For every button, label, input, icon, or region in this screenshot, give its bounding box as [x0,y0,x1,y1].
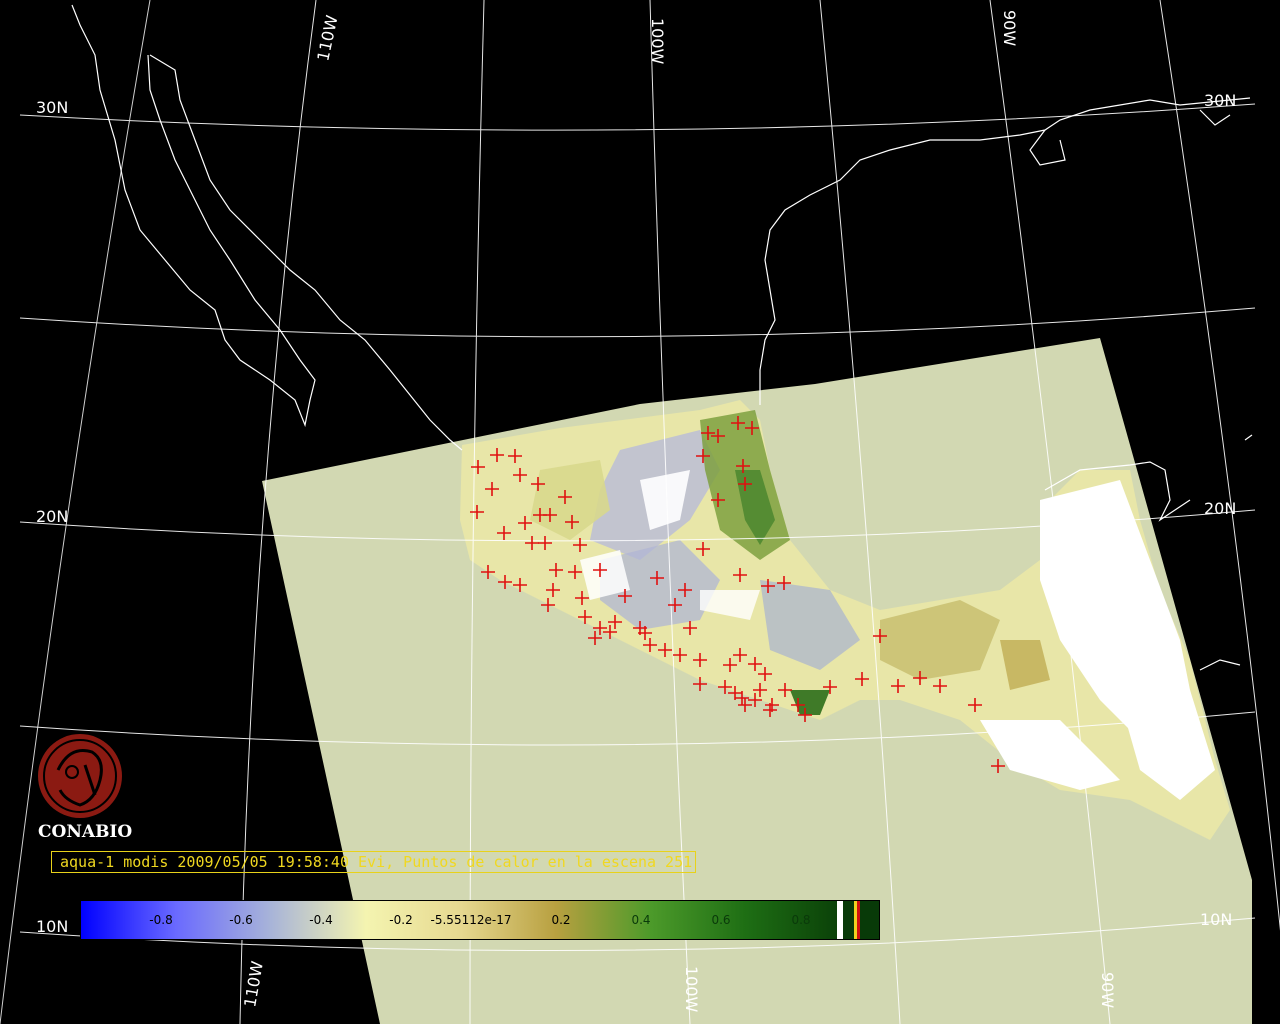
label-90w-bottom: 90W [1098,972,1117,1008]
colorbar-tick-label: -0.8 [149,913,173,927]
colorbar-tick-label: 0.6 [711,913,731,927]
label-90w-top: 90W [1000,10,1019,46]
colorbar-white-mark [837,901,843,939]
colorbar-red-mark [857,901,860,939]
scene-caption: aqua-1 modis 2009/05/05 19:58:40 Evi, Pu… [60,853,693,871]
label-20n: 20N [36,507,68,526]
colorbar-tick-label: 0.2 [551,913,571,927]
label-10n-right: 10N [1200,910,1232,929]
colorbar-tick-label: -0.4 [309,913,333,927]
label-10n: 10N [36,917,68,936]
colorbar-tick-label: -5.55112e-17 [430,913,512,927]
conabio-logo-text: CONABIO [38,822,133,842]
evi-colorbar: -0.8 -0.6 -0.4 -0.2 -5.55112e-17 0.2 0.4 0.6 0.8 [80,900,880,940]
colorbar-tick-label: -0.2 [389,913,413,927]
colorbar-tick-label: 0.8 [791,913,811,927]
colorbar-tick-label: -0.6 [229,913,253,927]
colorbar-tick-label: 0.4 [631,913,651,927]
label-20n-right: 20N [1204,499,1236,518]
label-100w-bottom: 100W [682,966,701,1013]
label-30n: 30N [36,98,68,117]
conabio-logo-icon [38,734,122,818]
label-100w-top: 100W [648,18,667,65]
label-30n-right: 30N [1204,91,1236,110]
